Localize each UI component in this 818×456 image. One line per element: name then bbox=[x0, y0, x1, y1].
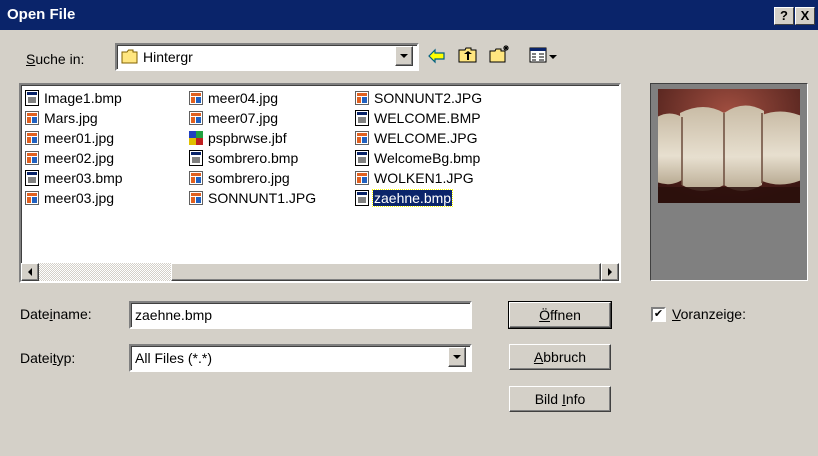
filetype-select[interactable]: All Files (*.*) bbox=[129, 344, 472, 372]
scroll-right-button[interactable] bbox=[601, 263, 619, 281]
look-in-dropdown-button[interactable] bbox=[395, 46, 413, 66]
up-folder-icon[interactable] bbox=[458, 46, 478, 64]
file-column-2: meer04.jpg meer07.jpg pspbrwse.jbf sombrero… bbox=[189, 88, 317, 208]
preview-image bbox=[658, 89, 800, 203]
chevron-down-icon bbox=[400, 54, 408, 58]
bitmap-file-icon bbox=[355, 190, 373, 206]
file-name: zaehne.bmp bbox=[371, 189, 454, 207]
file-item[interactable]: WELCOME.BMP bbox=[355, 108, 483, 128]
file-name: meer03.bmp bbox=[44, 170, 123, 186]
horizontal-scrollbar[interactable] bbox=[21, 263, 619, 281]
file-item[interactable]: meer01.jpg bbox=[25, 128, 124, 148]
file-name: WELCOME.JPG bbox=[374, 130, 478, 146]
jpeg-file-icon bbox=[25, 190, 43, 206]
jpeg-file-icon bbox=[25, 130, 43, 146]
file-item[interactable]: zaehne.bmp bbox=[355, 188, 483, 208]
checkmark-icon: ✔ bbox=[653, 308, 664, 320]
file-name: meer07.jpg bbox=[208, 110, 279, 126]
file-name: WOLKEN1.JPG bbox=[374, 170, 474, 186]
help-button[interactable]: ? bbox=[774, 7, 794, 25]
preview-pane bbox=[650, 83, 808, 281]
file-item[interactable]: meer04.jpg bbox=[189, 88, 317, 108]
arrow-right-icon bbox=[608, 268, 612, 276]
filetype-value: All Files (*.*) bbox=[135, 350, 213, 366]
bitmap-file-icon bbox=[355, 110, 373, 126]
scroll-left-button[interactable] bbox=[21, 263, 39, 281]
file-name: pspbrwse.jbf bbox=[208, 130, 287, 146]
file-name: Mars.jpg bbox=[44, 110, 98, 126]
cancel-button[interactable]: Abbruch bbox=[509, 344, 611, 370]
filename-label: Dateiname: bbox=[20, 306, 92, 322]
file-item[interactable]: sombrero.jpg bbox=[189, 168, 317, 188]
chevron-down-icon bbox=[453, 355, 461, 359]
back-arrow-icon[interactable] bbox=[427, 47, 447, 65]
new-folder-icon[interactable] bbox=[489, 44, 511, 64]
file-name: sombrero.bmp bbox=[208, 150, 299, 166]
file-item[interactable]: Image1.bmp bbox=[25, 88, 124, 108]
file-item[interactable]: WelcomeBg.bmp bbox=[355, 148, 483, 168]
file-item[interactable]: SONNUNT2.JPG bbox=[355, 88, 483, 108]
jpeg-file-icon bbox=[25, 110, 43, 126]
jpeg-file-icon bbox=[189, 170, 207, 186]
window-title: Open File bbox=[7, 6, 76, 23]
file-item[interactable]: meer03.jpg bbox=[25, 188, 124, 208]
file-name: Image1.bmp bbox=[44, 90, 122, 106]
file-item[interactable]: pspbrwse.jbf bbox=[189, 128, 317, 148]
file-item[interactable]: WOLKEN1.JPG bbox=[355, 168, 483, 188]
jpeg-file-icon bbox=[25, 150, 43, 166]
file-name: meer02.jpg bbox=[44, 150, 115, 166]
image-info-button[interactable]: Bild Info bbox=[509, 386, 611, 412]
view-dropdown-icon[interactable] bbox=[549, 55, 557, 59]
filetype-dropdown-button[interactable] bbox=[448, 347, 466, 367]
filename-input[interactable]: zaehne.bmp bbox=[129, 301, 472, 329]
file-column-1: Image1.bmp Mars.jpg meer01.jpg meer02.jpg me… bbox=[25, 88, 124, 208]
look-in-combo[interactable]: Hintergr bbox=[115, 43, 419, 71]
title-bar[interactable] bbox=[0, 0, 818, 30]
folder-icon bbox=[121, 49, 138, 64]
file-item[interactable]: SONNUNT1.JPG bbox=[189, 188, 317, 208]
file-item[interactable]: meer02.jpg bbox=[25, 148, 124, 168]
file-item[interactable]: Mars.jpg bbox=[25, 108, 124, 128]
jpeg-file-icon bbox=[189, 190, 207, 206]
close-button[interactable]: X bbox=[795, 7, 815, 25]
file-item[interactable]: meer03.bmp bbox=[25, 168, 124, 188]
file-item[interactable]: sombrero.bmp bbox=[189, 148, 317, 168]
bitmap-file-icon bbox=[189, 150, 207, 166]
file-name: SONNUNT2.JPG bbox=[374, 90, 483, 106]
jpeg-file-icon bbox=[355, 170, 373, 186]
bitmap-file-icon bbox=[25, 170, 43, 186]
preview-label[interactable]: Voranzeige: bbox=[672, 306, 746, 322]
open-button[interactable]: Öffnen bbox=[508, 301, 612, 329]
file-name: SONNUNT1.JPG bbox=[208, 190, 317, 206]
look-in-label: Suche in: bbox=[26, 51, 85, 67]
file-item[interactable]: meer07.jpg bbox=[189, 108, 317, 128]
view-menu-icon[interactable] bbox=[529, 47, 547, 63]
jpeg-file-icon bbox=[355, 130, 373, 146]
file-name: WelcomeBg.bmp bbox=[374, 150, 481, 166]
file-list[interactable]: Image1.bmp Mars.jpg meer01.jpg meer02.jpg me… bbox=[19, 83, 621, 283]
preview-checkbox[interactable]: ✔ bbox=[651, 307, 666, 322]
jpeg-file-icon bbox=[189, 90, 207, 106]
browse-file-icon bbox=[189, 130, 207, 146]
bitmap-file-icon bbox=[25, 90, 43, 106]
file-name: meer04.jpg bbox=[208, 90, 279, 106]
file-name: sombrero.jpg bbox=[208, 170, 290, 186]
look-in-value: Hintergr bbox=[143, 49, 193, 65]
file-name: WELCOME.BMP bbox=[374, 110, 481, 126]
file-name: meer03.jpg bbox=[44, 190, 115, 206]
filename-value: zaehne.bmp bbox=[135, 307, 213, 323]
file-column-3: SONNUNT2.JPG WELCOME.BMP WELCOME.JPG Welcom… bbox=[355, 88, 483, 208]
scrollbar-thumb[interactable] bbox=[171, 263, 601, 281]
jpeg-file-icon bbox=[355, 90, 373, 106]
bitmap-file-icon bbox=[355, 150, 373, 166]
file-item[interactable]: WELCOME.JPG bbox=[355, 128, 483, 148]
jpeg-file-icon bbox=[189, 110, 207, 126]
file-name: meer01.jpg bbox=[44, 130, 115, 146]
filetype-label: Dateityp: bbox=[20, 350, 76, 366]
arrow-left-icon bbox=[28, 268, 32, 276]
